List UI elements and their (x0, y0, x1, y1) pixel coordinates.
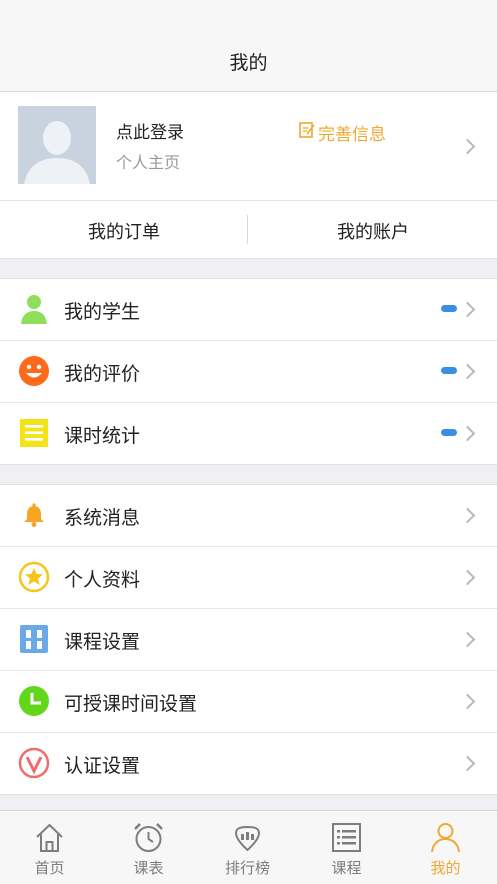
tab-schedule[interactable]: 课表 (99, 811, 198, 884)
student-icon (18, 293, 50, 325)
tab-bar: 首页 课表 排行榜 课程 我的 (0, 810, 497, 884)
chevron-right-icon (459, 693, 476, 710)
tab-label: 排行榜 (224, 859, 270, 877)
nav-bar: 我的 (0, 0, 497, 92)
star-icon (18, 561, 50, 593)
menu-item-label: 课时统计 (64, 425, 141, 447)
profile-card[interactable]: 点此登录 个人主页 完善信息 (0, 92, 497, 201)
tab-home[interactable]: 首页 (0, 811, 99, 884)
ranking-icon (234, 825, 261, 852)
tab-label: 课表 (133, 859, 164, 877)
tab-label: 首页 (34, 859, 65, 877)
chevron-right-icon (459, 569, 476, 586)
menu-group-settings: 系统消息 个人资料 课程设置 可授课时间设置 认证设置 (0, 484, 497, 795)
chevron-right-icon (459, 507, 476, 524)
menu-item-label: 系统消息 (64, 507, 141, 529)
tab-label: 课程 (331, 859, 362, 877)
menu-item-my-students[interactable]: 我的学生 (0, 279, 497, 341)
status-badge (441, 305, 457, 312)
chevron-right-icon (459, 755, 476, 772)
tab-label: 我的 (430, 859, 461, 877)
chevron-right-icon (459, 301, 476, 318)
complete-info-label: 完善信息 (318, 125, 386, 145)
menu-item-label: 我的学生 (64, 301, 141, 323)
menu-item-verification[interactable]: 认证设置 (0, 733, 497, 794)
status-badge (441, 367, 457, 374)
list-icon (18, 417, 50, 449)
verify-icon (18, 747, 50, 779)
menu-item-available-time[interactable]: 可授课时间设置 (0, 671, 497, 733)
menu-item-label: 我的评价 (64, 363, 141, 385)
my-account-button[interactable]: 我的账户 (249, 218, 497, 244)
bell-icon (18, 499, 50, 531)
chevron-right-icon (459, 425, 476, 442)
menu-group-primary: 我的学生 我的评价 课时统计 (0, 278, 497, 465)
course-list-icon (332, 823, 361, 852)
divider (247, 215, 248, 244)
chevron-right-icon (459, 363, 476, 380)
menu-item-course-settings[interactable]: 课程设置 (0, 609, 497, 671)
menu-item-lesson-stats[interactable]: 课时统计 (0, 403, 497, 464)
person-icon (431, 823, 460, 853)
menu-item-label: 可授课时间设置 (64, 693, 198, 715)
orders-account-bar: 我的订单 我的账户 (0, 201, 497, 259)
menu-item-profile-info[interactable]: 个人资料 (0, 547, 497, 609)
login-link[interactable]: 点此登录 (116, 118, 184, 143)
tab-mine[interactable]: 我的 (396, 811, 495, 884)
home-icon (36, 823, 63, 852)
tab-courses[interactable]: 课程 (297, 811, 396, 884)
status-badge (441, 429, 457, 436)
my-orders-button[interactable]: 我的订单 (0, 218, 248, 244)
menu-item-label: 课程设置 (64, 631, 141, 653)
chevron-right-icon (459, 631, 476, 648)
tab-ranking[interactable]: 排行榜 (198, 811, 297, 884)
smiley-icon (18, 355, 50, 387)
menu-item-my-reviews[interactable]: 我的评价 (0, 341, 497, 403)
clock-icon (18, 685, 50, 717)
edit-icon (298, 121, 316, 144)
avatar[interactable] (18, 106, 96, 184)
menu-item-label: 认证设置 (64, 755, 141, 777)
alarm-clock-icon (134, 823, 163, 852)
page-title: 我的 (229, 52, 268, 74)
grid-icon (18, 623, 50, 655)
homepage-link[interactable]: 个人主页 (116, 149, 180, 173)
chevron-right-icon (459, 138, 476, 155)
menu-item-label: 个人资料 (64, 569, 141, 591)
complete-info-button[interactable]: 完善信息 (298, 120, 386, 145)
menu-item-system-messages[interactable]: 系统消息 (0, 485, 497, 547)
